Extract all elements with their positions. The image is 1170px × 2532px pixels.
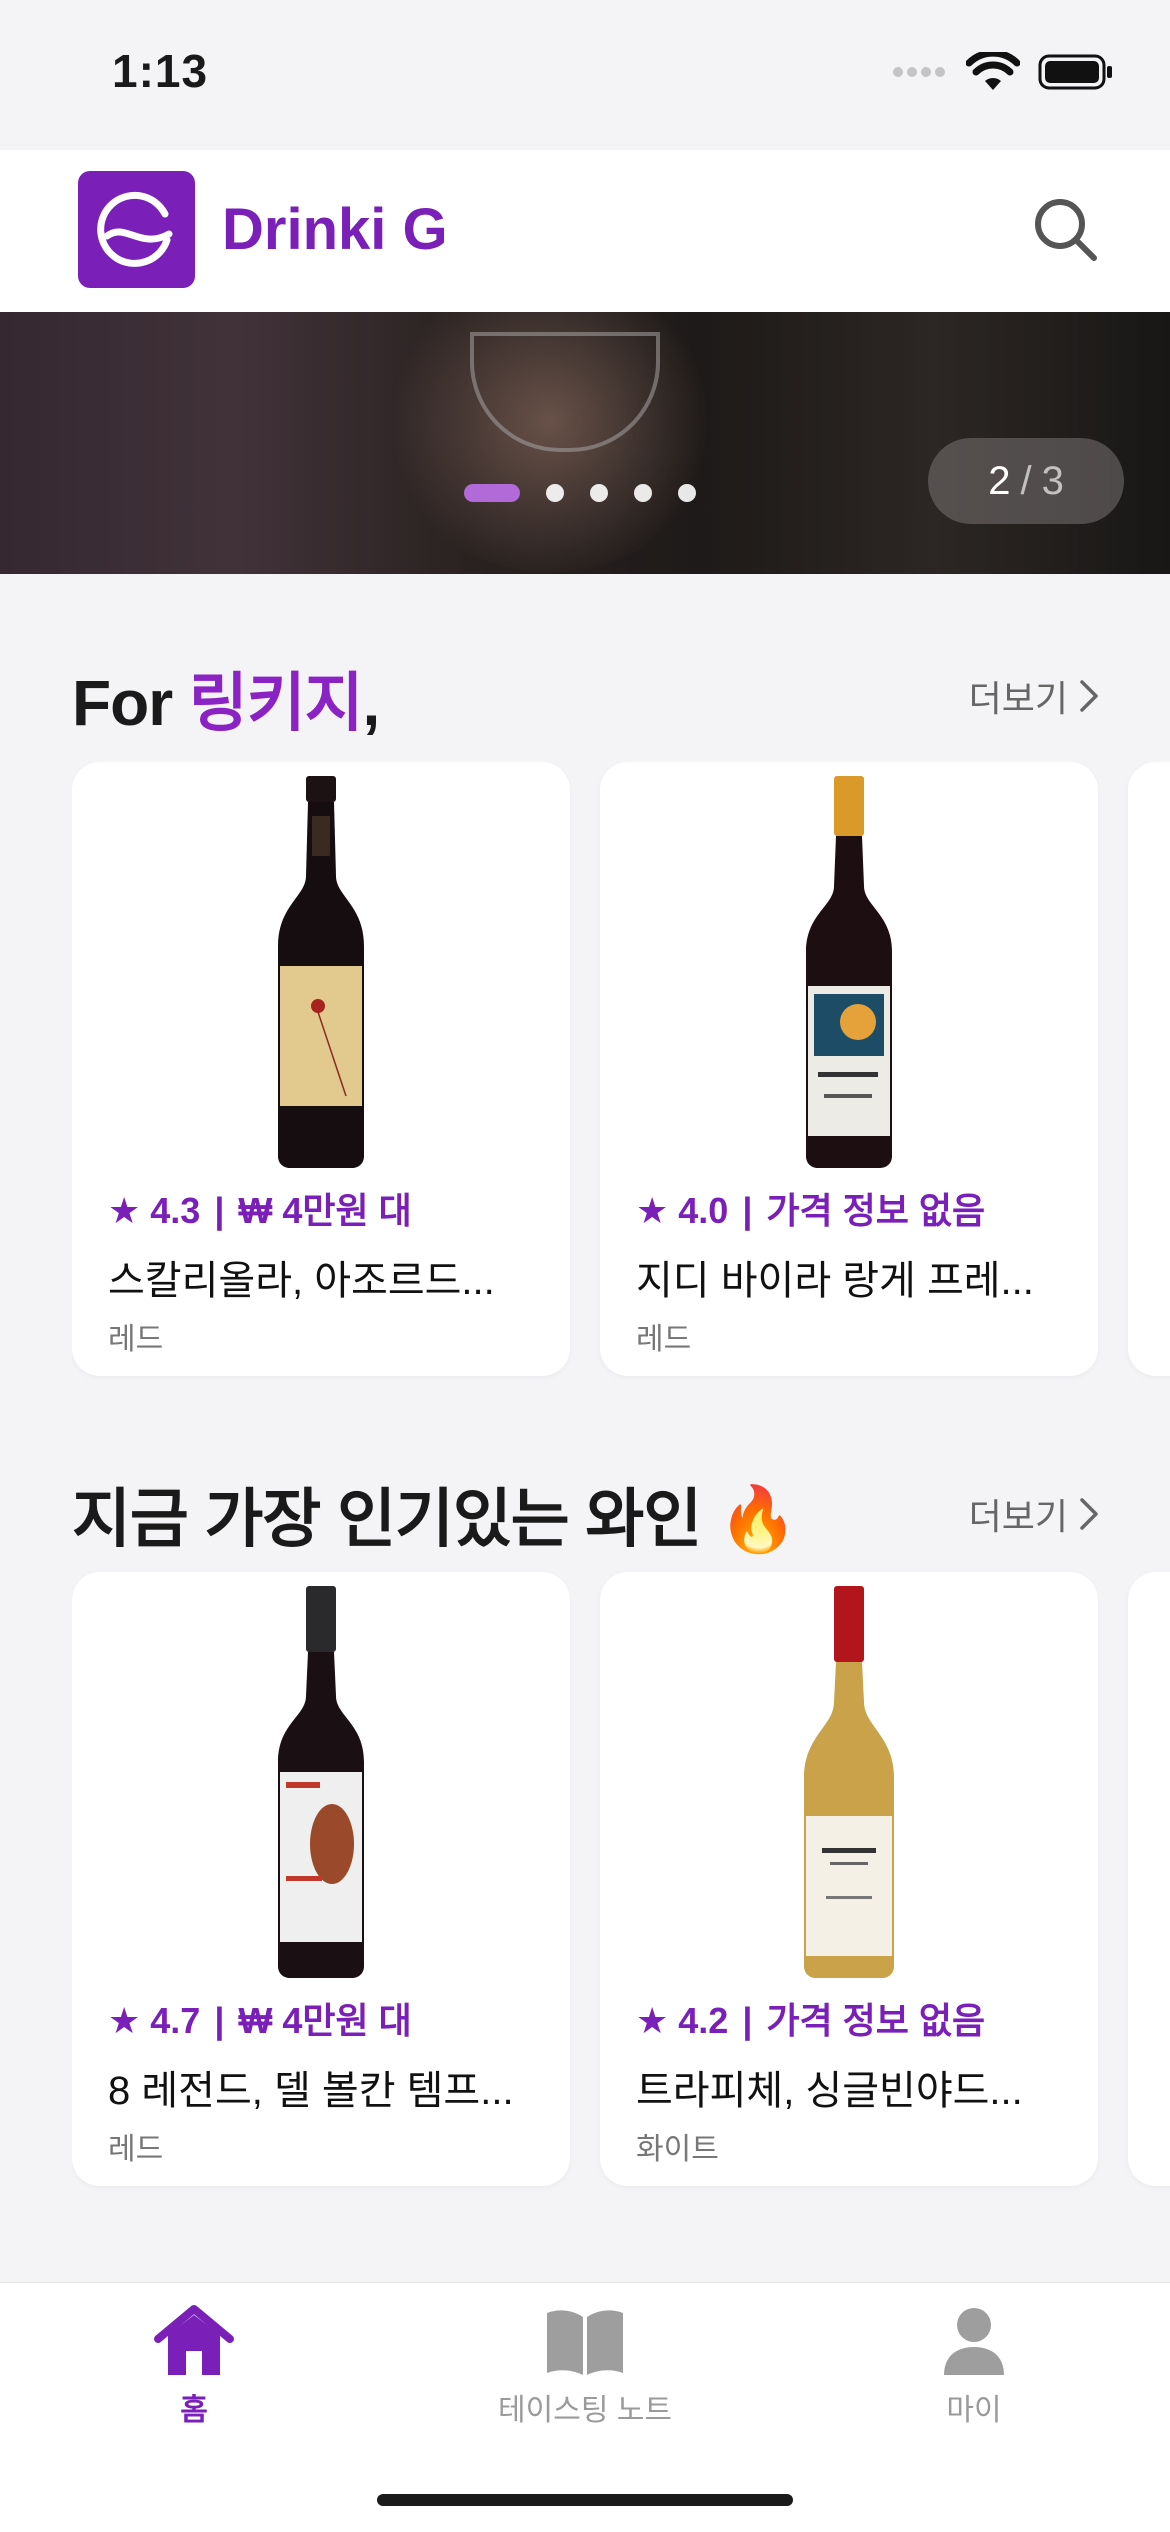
wine-bottle-image	[600, 776, 1098, 1168]
wifi-icon	[966, 52, 1020, 90]
banner-dot-active[interactable]	[464, 484, 520, 502]
wine-rating: ★ 4.3	[108, 1190, 201, 1231]
book-icon	[547, 2310, 623, 2375]
wine-card[interactable]: ★ 4.0 | 가격 정보 없음 지디 바이라 랑게 프레... 레드	[600, 762, 1098, 1376]
status-time: 1:13	[112, 45, 209, 97]
popular-card-row[interactable]: ★ 4.7 | ₩ 4만원 대 8 레전드, 델 볼칸 템프... 레드 ★ 4.2…	[72, 1572, 1170, 2192]
wine-name: 지디 바이라 랑게 프레...	[636, 1259, 1034, 1303]
tab-tasting-notes-label: 테이스팅 노트	[498, 2394, 672, 2427]
wine-rating: ★ 4.0	[636, 1190, 729, 1231]
popular-section-title: 지금 가장 인기있는 와인 🔥	[72, 1468, 798, 1560]
more-label: 더보기	[968, 1496, 1068, 1537]
wine-bottle-icon	[806, 776, 892, 1168]
popular-more-link[interactable]: 더보기	[969, 1488, 1100, 1540]
search-button[interactable]	[1030, 194, 1102, 266]
home-screen: 1:13 Drinki G 2 / 3 For 링키지, 더보기 ★ 4.3 |…	[0, 0, 1170, 2532]
home-icon	[154, 2305, 234, 2375]
banner-dot[interactable]	[546, 484, 564, 502]
wine-bottle-icon	[278, 776, 364, 1168]
meta-separator: |	[742, 1190, 753, 1231]
app-title: Drinki G	[222, 197, 448, 262]
person-icon	[944, 2308, 1004, 2375]
recommend-title-suffix: ,	[362, 667, 381, 739]
logo-icon	[96, 191, 172, 267]
wine-name: 스칼리올라, 아조르드...	[108, 1259, 495, 1303]
wine-bottle-image	[600, 1586, 1098, 1978]
search-icon	[1035, 199, 1097, 261]
banner-page-separator: /	[1020, 458, 1032, 503]
banner-page-dots	[464, 484, 696, 502]
tab-tasting-notes[interactable]: 테이스팅 노트	[455, 2303, 715, 2453]
popular-title-text: 지금 가장 인기있는 와인	[72, 1483, 702, 1555]
recommend-more-link[interactable]: 더보기	[969, 670, 1100, 722]
banner-dot[interactable]	[590, 484, 608, 502]
banner-page-counter: 2 / 3	[928, 438, 1124, 524]
banner-dot[interactable]	[678, 484, 696, 502]
app-header: Drinki G	[0, 150, 1170, 312]
banner-dot[interactable]	[634, 484, 652, 502]
recommend-user-name: 링키지	[188, 667, 364, 739]
wine-rating-price: ★ 4.3 | ₩ 4만원 대	[108, 1182, 412, 1234]
wine-bottle-icon	[278, 1586, 364, 1978]
tab-home-label: 홈	[180, 2394, 208, 2427]
chevron-right-icon	[1080, 1498, 1098, 1530]
banner-current-page: 2	[988, 458, 1011, 503]
meta-separator: |	[214, 2000, 225, 2041]
app-logo	[78, 171, 195, 288]
wine-type: 레드	[636, 1323, 692, 1356]
wine-price: 가격 정보 없음	[766, 1190, 986, 1231]
wine-rating: ★ 4.7	[108, 2000, 201, 2041]
wine-card[interactable]: ★ 4.7 | ₩ 4만원 대 8 레전드, 델 볼칸 템프... 레드	[72, 1572, 570, 2186]
tab-my-label: 마이	[946, 2394, 1002, 2427]
wine-bottle-image	[72, 1586, 570, 1978]
wine-card-peek[interactable]	[1128, 762, 1170, 1376]
battery-icon	[1038, 54, 1112, 90]
wine-price: ₩ 4만원 대	[238, 1190, 412, 1231]
recommend-title-prefix: For	[72, 667, 189, 739]
wine-name: 8 레전드, 델 볼칸 템프...	[108, 2069, 514, 2113]
tab-home[interactable]: 홈	[64, 2303, 324, 2453]
wine-type: 화이트	[636, 2133, 719, 2166]
wine-card[interactable]: ★ 4.3 | ₩ 4만원 대 스칼리올라, 아조르드... 레드	[72, 762, 570, 1376]
wine-rating: ★ 4.2	[636, 2000, 729, 2041]
more-label: 더보기	[968, 678, 1068, 719]
wine-card-peek[interactable]	[1128, 1572, 1170, 2186]
wine-type: 레드	[108, 2133, 164, 2166]
home-indicator	[377, 2494, 793, 2506]
chevron-right-icon	[1080, 680, 1098, 712]
tab-my[interactable]: 마이	[844, 2303, 1104, 2453]
wine-rating-price: ★ 4.2 | 가격 정보 없음	[636, 1992, 985, 2044]
wine-name: 트라피체, 싱글빈야드...	[636, 2069, 1023, 2113]
recommend-section-title: For 링키지,	[72, 652, 381, 744]
meta-separator: |	[742, 2000, 753, 2041]
status-bar: 1:13	[0, 0, 1170, 150]
status-icons	[892, 52, 1114, 92]
recommend-card-row[interactable]: ★ 4.3 | ₩ 4만원 대 스칼리올라, 아조르드... 레드 ★ 4.0 | 가격…	[72, 762, 1170, 1382]
fire-icon: 🔥	[717, 1483, 798, 1555]
wine-type: 레드	[108, 1323, 164, 1356]
wine-rating-price: ★ 4.7 | ₩ 4만원 대	[108, 1992, 412, 2044]
meta-separator: |	[214, 1190, 225, 1231]
promo-banner[interactable]: 2 / 3	[0, 312, 1170, 574]
wine-bottle-image	[72, 776, 570, 1168]
wine-price: 가격 정보 없음	[766, 2000, 986, 2041]
wine-price: ₩ 4만원 대	[238, 2000, 412, 2041]
wine-rating-price: ★ 4.0 | 가격 정보 없음	[636, 1182, 985, 1234]
signal-icon	[893, 67, 945, 77]
banner-total-pages: 3	[1041, 458, 1064, 503]
wine-bottle-icon	[804, 1586, 894, 1978]
wine-card[interactable]: ★ 4.2 | 가격 정보 없음 트라피체, 싱글빈야드... 화이트	[600, 1572, 1098, 2186]
